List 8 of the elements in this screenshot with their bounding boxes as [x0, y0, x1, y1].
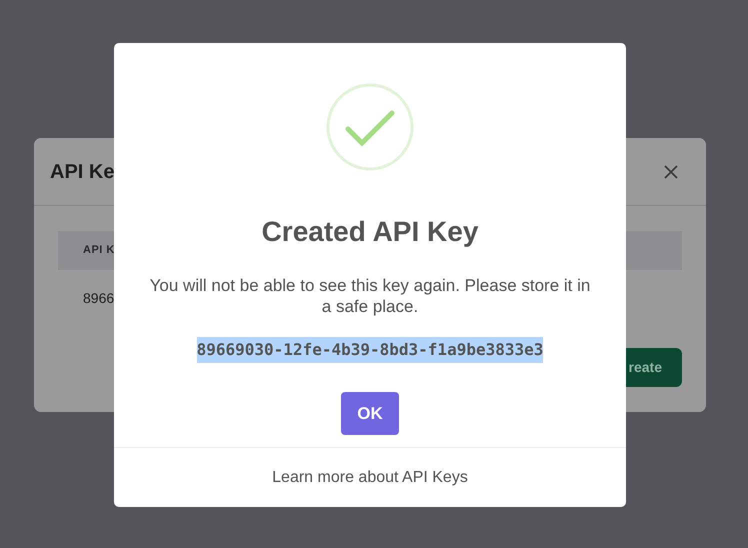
- ok-button[interactable]: OK: [341, 392, 399, 435]
- close-icon[interactable]: [664, 164, 678, 178]
- api-key-text: 89669030-12fe-4b39-8bd3-f1a9be3833e3: [196, 337, 544, 363]
- table-cell-text: 8966: [83, 289, 114, 308]
- success-check-icon: [326, 83, 414, 171]
- dialog-title: API Ke: [50, 160, 114, 184]
- learn-more-link[interactable]: Learn more about API Keys: [272, 466, 468, 490]
- dialog-message: You will not be able to see this key again. Please store it in a safe place.: [148, 275, 592, 317]
